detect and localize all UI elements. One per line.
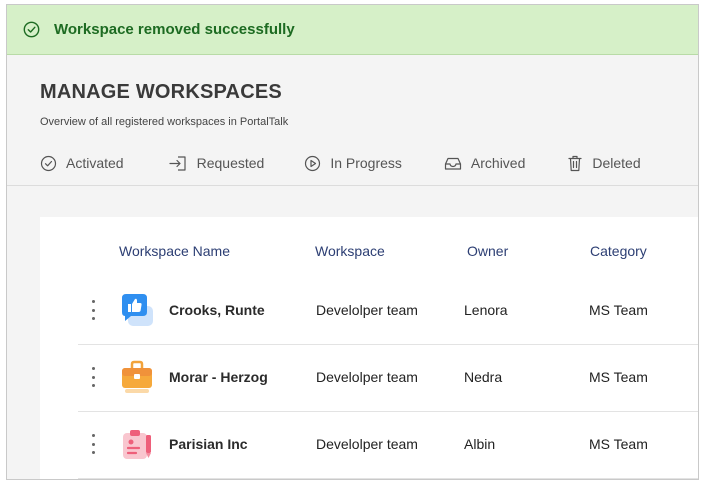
clipboard-pen-icon [123, 430, 151, 459]
workspace-table: Workspace Name Workspace Owner Category … [40, 217, 698, 479]
tab-requested[interactable]: Requested [168, 155, 265, 172]
table-row[interactable]: Crooks, Runte Develolper team Lenora MS … [78, 278, 698, 345]
workspace-category: MS Team [589, 436, 648, 452]
check-circle-icon [23, 21, 40, 38]
page-subtitle: Overview of all registered workspaces in… [40, 116, 289, 128]
enter-icon [168, 155, 186, 171]
tab-deleted[interactable]: Deleted [567, 155, 641, 172]
workspace-name[interactable]: Morar - Herzog [169, 369, 268, 385]
success-banner: Workspace removed successfully [7, 5, 698, 55]
tab-label: Deleted [592, 155, 641, 171]
table-row[interactable]: Morar - Herzog Develolper team Nedra MS … [78, 345, 698, 412]
workspace-type: Develolper team [316, 436, 418, 452]
tab-label: In Progress [330, 155, 402, 171]
status-tabs: Activated Requested In Progress Archived… [40, 153, 641, 173]
banner-message: Workspace removed successfully [54, 21, 295, 38]
play-circle-icon [305, 155, 321, 171]
thumbs-up-chat-icon [122, 294, 153, 326]
workspace-type: Develolper team [316, 302, 418, 318]
tabs-divider [7, 185, 698, 186]
inbox-icon [444, 157, 462, 170]
workspace-owner: Albin [464, 436, 496, 452]
column-header-category[interactable]: Category [590, 243, 647, 259]
app-window: Workspace removed successfully MANAGE WO… [6, 4, 699, 480]
workspace-category: MS Team [589, 302, 648, 318]
check-circle-icon [40, 155, 57, 171]
workspace-type: Develolper team [316, 369, 418, 385]
tab-archived[interactable]: Archived [444, 155, 525, 172]
column-header-workspace[interactable]: Workspace [315, 243, 385, 259]
briefcase-icon [122, 360, 152, 393]
workspace-name[interactable]: Crooks, Runte [169, 302, 265, 318]
tab-activated[interactable]: Activated [40, 155, 124, 172]
tab-label: Requested [196, 155, 265, 171]
more-options-icon[interactable] [88, 434, 98, 454]
workspace-category: MS Team [589, 369, 648, 385]
trash-icon [568, 155, 582, 171]
more-options-icon[interactable] [88, 367, 98, 387]
row-divider [78, 478, 698, 479]
table-row[interactable]: Parisian Inc Develolper team Albin MS Te… [78, 412, 698, 479]
column-header-workspace-name[interactable]: Workspace Name [119, 243, 230, 259]
tab-in-progress[interactable]: In Progress [304, 155, 402, 172]
workspace-owner: Lenora [464, 302, 508, 318]
tab-label: Archived [470, 155, 526, 171]
page-title: MANAGE WORKSPACES [40, 81, 282, 103]
tab-label: Activated [66, 155, 124, 171]
workspace-owner: Nedra [464, 369, 503, 385]
column-header-owner[interactable]: Owner [467, 243, 508, 259]
page-header: MANAGE WORKSPACES Overview of all regist… [40, 81, 288, 128]
more-options-icon[interactable] [88, 300, 98, 320]
workspace-name[interactable]: Parisian Inc [169, 436, 248, 452]
